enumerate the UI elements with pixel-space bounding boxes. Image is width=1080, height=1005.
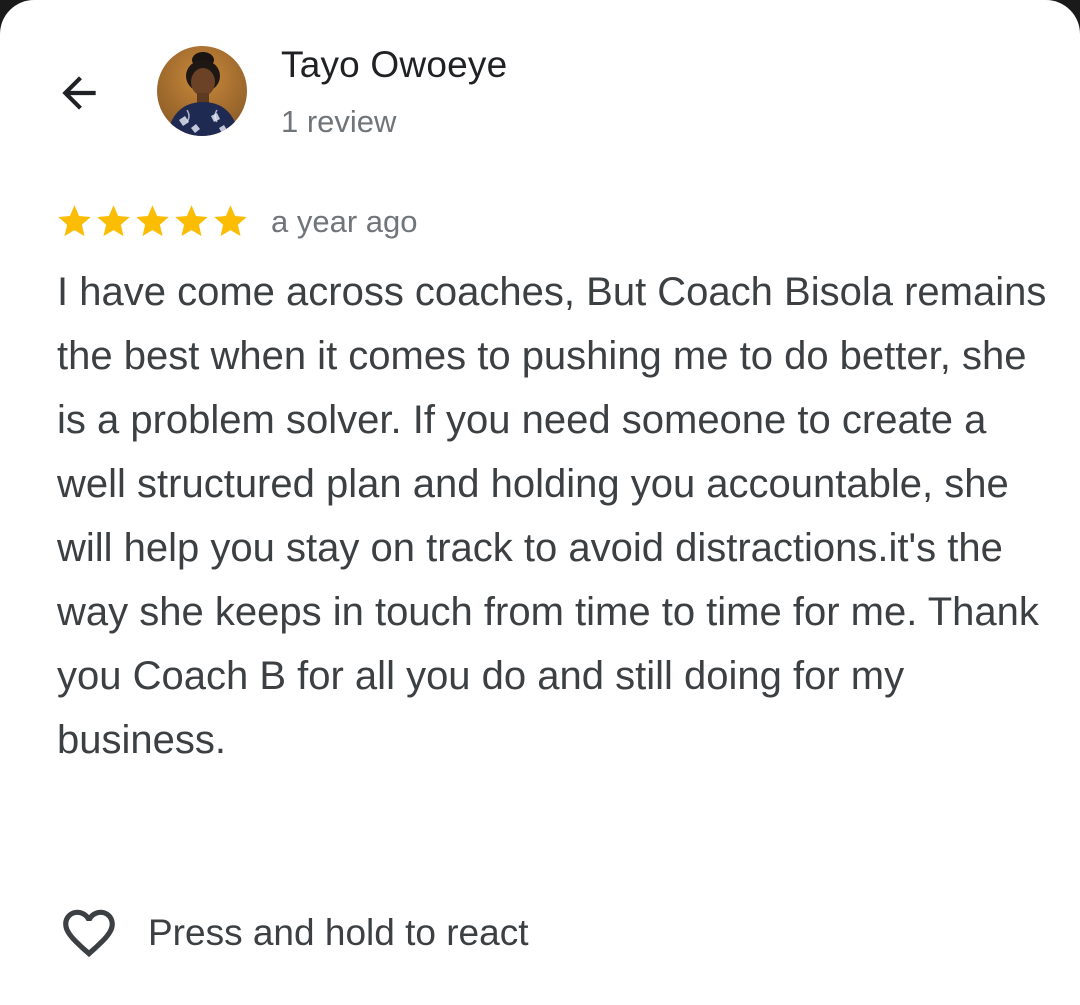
star-icon <box>175 205 208 237</box>
review-text: I have come across coaches, But Coach Bi… <box>57 270 1047 762</box>
review-card: Tayo Owoeye 1 review a year ago I have c… <box>0 0 1080 1005</box>
react-label: Press and hold to react <box>148 912 529 953</box>
star-rating <box>55 202 250 241</box>
back-button[interactable] <box>48 62 110 124</box>
star-icon <box>136 205 169 237</box>
author-review-count: 1 review <box>281 104 397 139</box>
avatar[interactable] <box>157 46 247 136</box>
review-time: a year ago <box>271 204 418 239</box>
avatar-image <box>157 46 247 136</box>
author-name[interactable]: Tayo Owoeye <box>281 44 507 86</box>
heart-outline-icon <box>58 902 120 964</box>
star-icon <box>58 205 91 237</box>
arrow-back-icon <box>62 76 96 110</box>
star-icon <box>214 205 247 237</box>
react-button[interactable]: Press and hold to react <box>58 902 529 964</box>
star-icon <box>97 205 130 237</box>
